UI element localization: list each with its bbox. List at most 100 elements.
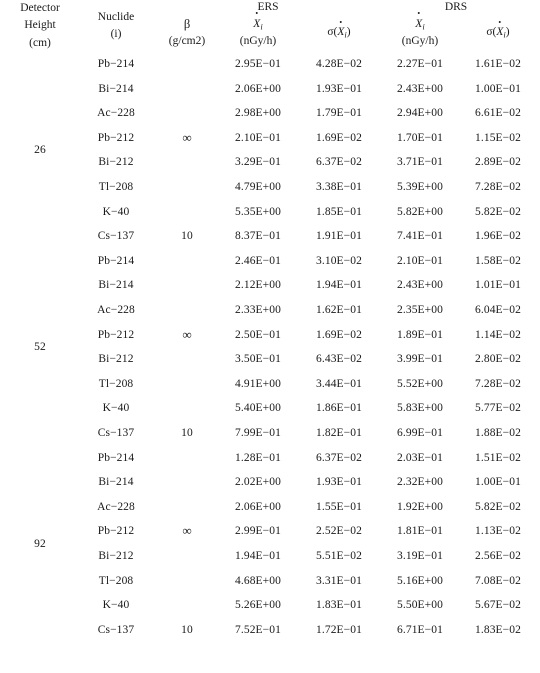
drs-dose-rate-value: 2.27E−01: [397, 58, 443, 71]
drs-dose-rate-value: 6.99E−01: [397, 426, 443, 439]
nuclide-value: Ac−228: [97, 500, 135, 513]
ers-sigma-value: 6.37E−02: [316, 451, 362, 464]
beta-value: 10: [181, 623, 193, 636]
beta-value: ∞: [182, 129, 192, 145]
beta-value: [158, 371, 216, 396]
ers-sigma-value: 1.86E−01: [316, 402, 362, 415]
drs-dose-rate-value: 1.70E−01: [397, 131, 443, 144]
nuclide-value: Pb−212: [97, 525, 135, 538]
drs-sigma-value: 1.83E−02: [475, 623, 521, 636]
table-row: 92 Pb−214 1.28E−01 6.37E−02 2.03E−01 1.51E−02: [6, 445, 534, 550]
ers-dose-rate-value: 5.26E+00: [235, 599, 281, 612]
header-ers-dose-rate-symbol: Xi: [216, 12, 300, 33]
table-row: 52 Pb−214 2.46E−01 3.10E−02 2.10E−01 1.58E−02: [6, 249, 534, 353]
nuclide-value: Cs−137: [97, 426, 135, 439]
nuclide-value: Pb−214: [97, 451, 135, 464]
ers-dose-rate-value: 7.52E−01: [235, 623, 281, 636]
drs-sigma-value: 1.96E−02: [475, 230, 521, 243]
ers-sigma-value: 1.93E−01: [316, 82, 362, 95]
drs-sigma-value: 1.14E−02: [475, 328, 521, 341]
header-group-row: Detector Height (cm) Nuclide (i) ERS DRS: [6, 0, 534, 49]
drs-sigma-value: 7.28E−02: [475, 377, 521, 390]
header-drs-dose-rate: Xi (nGy/h): [378, 12, 462, 51]
drs-dose-rate-value: 1.81E−01: [397, 525, 443, 538]
table-row: Bi−214 2.06E+00 1.93E−01 2.43E+00 1.00E−01: [6, 76, 534, 101]
ers-sigma-value: 1.69E−02: [316, 328, 362, 341]
ers-sigma-value: 1.55E−01: [316, 500, 362, 513]
nuclide-value: Ac−228: [97, 107, 135, 120]
ers-sigma-value: 1.83E−01: [316, 599, 362, 612]
beta-value: [158, 396, 216, 421]
ers-dose-rate-value: 7.99E−01: [235, 426, 281, 439]
drs-dose-rate-value: 5.52E+00: [397, 377, 443, 390]
nuclide-value: Cs−137: [97, 623, 135, 636]
table-row: Tl−208 4.79E+00 3.38E−01 5.39E+00 7.28E−02: [6, 175, 534, 200]
beta-value: [158, 249, 216, 274]
table-row: Bi−214 2.02E+00 1.93E−01 2.32E+00 1.00E−01: [6, 470, 534, 495]
ers-dose-rate-value: 2.06E+00: [235, 500, 281, 513]
table-container: Detector Height (cm) Nuclide (i) ERS DRS β (g/cm…: [0, 0, 540, 673]
table-row: Ac−228 2.33E+00 1.62E−01 2.35E+00 6.04E−02: [6, 298, 534, 323]
drs-sigma-value: 1.88E−02: [475, 426, 521, 439]
beta-value: [158, 544, 216, 569]
beta-value: ∞: [182, 326, 192, 342]
measurement-results-table: Detector Height (cm) Nuclide (i) ERS DRS β (g/cm…: [6, 0, 534, 642]
ers-dose-rate-value: 3.29E−01: [235, 156, 281, 169]
drs-dose-rate-value: 1.89E−01: [397, 328, 443, 341]
header-drs-dose-rate-unit: (nGy/h): [401, 34, 439, 47]
beta-value: [158, 593, 216, 618]
drs-dose-rate-value: 5.39E+00: [397, 181, 443, 194]
ers-sigma-value: 1.62E−01: [316, 303, 362, 316]
drs-sigma-value: 1.15E−02: [475, 131, 521, 144]
nuclide-value: Bi−212: [98, 156, 134, 169]
ers-dose-rate-value: 8.37E−01: [235, 230, 281, 243]
header-detector-height-line2: Height: [24, 19, 56, 32]
beta-value: [158, 175, 216, 200]
header-beta-symbol: β: [183, 17, 191, 32]
drs-sigma-value: 2.89E−02: [475, 156, 521, 169]
beta-value: [158, 494, 216, 519]
table-row: Pb−212 ∞ 2.99E−01 2.52E−02 1.81E−01 1.13E−02: [6, 519, 534, 544]
header-ers-dose-rate: Xi (nGy/h): [216, 12, 300, 51]
nuclide-value: Pb−214: [97, 254, 135, 267]
drs-dose-rate-value: 2.03E−01: [397, 451, 443, 464]
beta-value: [158, 199, 216, 224]
drs-sigma-value: 7.28E−02: [475, 181, 521, 194]
drs-sigma-value: 2.80E−02: [475, 353, 521, 366]
ers-dose-rate-value: 2.95E−01: [235, 58, 281, 71]
table-row: K−40 5.40E+00 1.86E−01 5.83E+00 5.77E−02: [6, 396, 534, 421]
table-row: Pb−212 ∞ 2.10E−01 1.69E−02 1.70E−01 1.15E−02: [6, 126, 534, 151]
table-row: Cs−137 10 7.52E−01 1.72E−01 6.71E−01 1.83E−02: [6, 617, 534, 642]
header-detector-height-line3: (cm): [29, 36, 51, 49]
ers-dose-rate-value: 4.79E+00: [235, 181, 281, 194]
beta-value: [158, 52, 216, 77]
header-ers-sigma-symbol: σ(Xi): [300, 20, 378, 41]
beta-value: 10: [181, 426, 193, 439]
detector-height-value: 26: [34, 144, 46, 157]
header-nuclide-line1: Nuclide: [97, 10, 135, 23]
ers-dose-rate-value: 1.28E−01: [235, 451, 281, 464]
drs-sigma-value: 1.61E−02: [475, 58, 521, 71]
drs-dose-rate-value: 6.71E−01: [397, 623, 443, 636]
drs-sigma-value: 6.04E−02: [475, 303, 521, 316]
ers-dose-rate-value: 1.94E−01: [235, 549, 281, 562]
nuclide-value: Pb−214: [97, 58, 135, 71]
ers-dose-rate-value: 2.33E+00: [235, 303, 281, 316]
drs-sigma-value: 5.67E−02: [475, 599, 521, 612]
beta-value: [158, 150, 216, 175]
ers-sigma-value: 4.28E−02: [316, 58, 362, 71]
table-row: 26 Pb−214 2.95E−01 4.28E−02 2.27E−01 1.61E−02: [6, 52, 534, 156]
table-row: Bi−214 2.12E+00 1.94E−01 2.43E+00 1.01E−01: [6, 273, 534, 298]
header-detector-height: Detector Height (cm): [6, 0, 74, 52]
table-row: K−40 5.35E+00 1.85E−01 5.82E+00 5.82E−02: [6, 199, 534, 224]
beta-value: [158, 347, 216, 372]
ers-dose-rate-value: 2.99E−01: [235, 525, 281, 538]
ers-sigma-value: 3.38E−01: [316, 181, 362, 194]
table-row: Tl−208 4.68E+00 3.31E−01 5.16E+00 7.08E−02: [6, 568, 534, 593]
header-group-ers: ERS: [257, 0, 279, 13]
table-row: Ac−228 2.98E+00 1.79E−01 2.94E+00 6.61E−02: [6, 101, 534, 126]
table-row: Bi−212 3.29E−01 6.37E−02 3.71E−01 2.89E−02: [6, 150, 534, 175]
table-row: Ac−228 2.06E+00 1.55E−01 1.92E+00 5.82E−02: [6, 494, 534, 519]
nuclide-value: Tl−208: [98, 574, 134, 587]
drs-sigma-value: 1.51E−02: [475, 451, 521, 464]
